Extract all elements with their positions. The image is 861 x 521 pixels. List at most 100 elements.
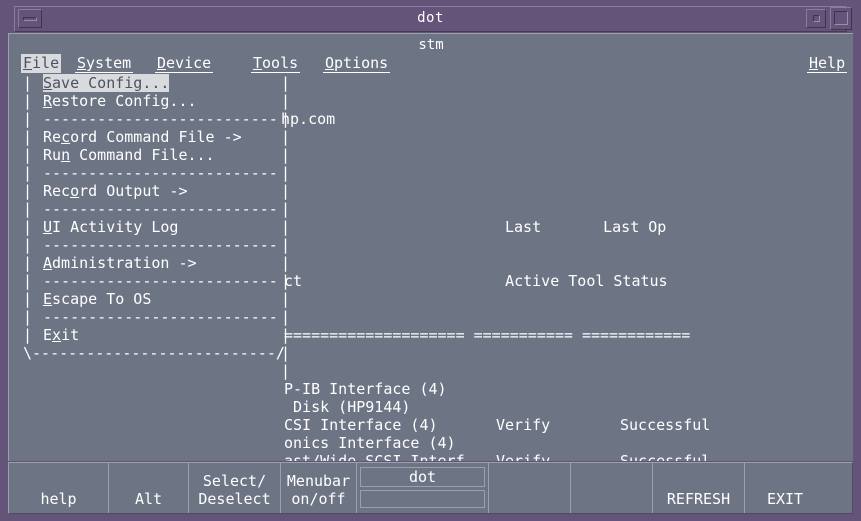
menubar-item-file[interactable]: File (21, 54, 62, 73)
menubar-item-system[interactable]: System (75, 54, 134, 73)
table-cell-last-op-status (620, 434, 629, 452)
menubar-item-help-rest: elp (818, 54, 846, 72)
menu-border-pipe: | (23, 164, 33, 182)
maximize-icon (834, 11, 848, 25)
menu-item-escape-to-os[interactable]: | Escape To OS (15, 290, 283, 308)
header-last-active-tool-line2: Active Tool (505, 272, 605, 290)
function-key-slot-7[interactable] (571, 463, 653, 513)
menu-separator-line: -------------------------- (43, 200, 278, 218)
menubar-item-help[interactable]: Help (807, 54, 848, 73)
menu-border-pipe: | (23, 218, 33, 236)
menubar-item-system-rest: ystem (86, 54, 132, 72)
menubar-item-options-rest: ptions (334, 54, 389, 72)
menubar-item-options[interactable]: Options (323, 54, 391, 73)
table-cell-index (15, 416, 284, 434)
table-row[interactable]: P-IB Interface (4) (15, 380, 851, 398)
menu-item-ui-activity-log[interactable]: | UI Activity Log (15, 218, 283, 236)
menubar-item-file-mnemonic: F (23, 54, 33, 72)
menu-border-pipe: | (23, 326, 33, 344)
app-title: stm (418, 37, 444, 53)
table-cell-index (15, 380, 284, 398)
restore-icon (813, 15, 820, 22)
minimize-button[interactable] (18, 9, 42, 28)
menu-item-mnemonic: U (43, 218, 53, 236)
menubar-item-tools-mnemonic: T (253, 54, 263, 72)
menu-item-administration[interactable]: | Administration -> (15, 254, 283, 272)
menu-item-restore-config[interactable]: | Restore Config... (15, 92, 283, 110)
table-cell-device: P-IB Interface (4) (284, 380, 447, 398)
menu-separator: | -------------------------- (15, 164, 283, 182)
menu-separator: | -------------------------- (15, 200, 283, 218)
menu-separator: | -------------------------- (15, 236, 283, 254)
function-key-label-line2: Alt (134, 490, 163, 508)
menu-item-label: Record Output -> (43, 182, 188, 200)
table-cell-device: CSI Interface (4) (284, 416, 438, 434)
table-cell-device: onics Interface (4) (284, 434, 456, 452)
window-title: dot (417, 10, 444, 26)
menu-separator: | -------------------------- (15, 272, 283, 290)
table-cell-last-op-status: Successful (620, 416, 711, 434)
table-cell-index (15, 398, 284, 416)
menubar-item-tools[interactable]: Tools (251, 54, 301, 73)
menu-item-save-config[interactable]: | Save Config... (15, 74, 283, 92)
menu-item-mnemonic: n (61, 146, 71, 164)
menu-item-exit[interactable]: | Exit (15, 326, 283, 344)
menubar-item-device-rest: evice (166, 54, 212, 72)
menu-item-mnemonic: o (70, 182, 80, 200)
function-key-refresh[interactable]: REFRESH (653, 463, 745, 513)
table-row[interactable]: Disk (HP9144) (15, 398, 851, 416)
menu-item-record-command-file[interactable]: | Record Command File -> (15, 128, 283, 146)
function-key-help[interactable]: help (9, 463, 109, 513)
menu-item-label: Escape To OS (43, 290, 152, 308)
rule-col1: ==================== (284, 326, 465, 344)
function-key-alt[interactable]: Alt (109, 463, 189, 513)
window-border-pipe: | (281, 362, 291, 380)
window-titlebar[interactable]: dot (14, 6, 847, 32)
menu-item-mnemonic: R (43, 92, 53, 110)
table-cell-last-active-tool (496, 380, 620, 398)
menu-border-pipe: | (23, 272, 33, 290)
menubar-item-help-mnemonic: H (809, 54, 819, 72)
function-key-deselect[interactable]: Select/Deselect (189, 463, 281, 513)
function-key-dot[interactable]: dot (357, 463, 489, 513)
menu-border-pipe: | (23, 200, 33, 218)
menubar-item-device[interactable]: Device (155, 54, 214, 73)
table-cell-device: Disk (HP9144) (284, 398, 411, 416)
menu-separator-line: -------------------------- (43, 272, 278, 290)
table-cell-last-active-tool: Verify (496, 416, 551, 434)
function-key-context-box-empty[interactable] (360, 490, 485, 508)
table-cell-last-active-tool: Verify (496, 452, 551, 461)
table-row[interactable]: CSI Interface (4) Verify Successful (15, 416, 851, 434)
function-key-context-box[interactable]: dot (360, 467, 485, 487)
menu-item-record-output[interactable]: | Record Output -> (15, 182, 283, 200)
menu-border-pipe: | (23, 236, 33, 254)
menu-border-pipe: | (23, 74, 33, 92)
menu-item-label: UI Activity Log (43, 218, 179, 236)
header-last-op-status-line2: Status (613, 272, 668, 290)
menu-item-mnemonic: x (52, 326, 62, 344)
function-key-label-line2: on/off (291, 490, 346, 508)
function-key-bar: help Alt Select/Deselect Menubar on/off dot RE… (8, 462, 853, 514)
function-key-context-label: dot (408, 468, 437, 486)
table-cell-index (15, 452, 284, 461)
table-body: P-IB Interface (4) Disk (HP9144) CSI Int… (15, 380, 851, 461)
menu-item-mnemonic: A (43, 254, 53, 272)
function-key-exit[interactable]: EXIT (745, 463, 825, 513)
table-row[interactable]: onics Interface (4) (15, 434, 851, 452)
maximize-button[interactable] (830, 7, 852, 30)
table-cell-index (15, 434, 284, 452)
menu-item-label: Exit (43, 326, 80, 344)
menu-item-run-command-file[interactable]: | Run Command File... (15, 146, 283, 164)
menu-separator-line: -------------------------- (43, 236, 278, 254)
table-row[interactable]: ast/Wide SCSI Interf Verify Successful (15, 452, 851, 461)
restore-button[interactable] (806, 9, 826, 28)
function-key-slot-6[interactable] (489, 463, 571, 513)
menu-item-label: Save Config... (43, 74, 170, 92)
menu-border-pipe: | (23, 146, 33, 164)
function-key-on-off[interactable]: Menubar on/off (281, 463, 357, 513)
menubar-item-tools-rest: ools (262, 54, 299, 72)
menu-border-pipe: | (23, 308, 33, 326)
table-cell-last-op-status (620, 380, 629, 398)
menubar-item-options-mnemonic: O (325, 54, 335, 72)
minimize-icon (23, 17, 37, 21)
